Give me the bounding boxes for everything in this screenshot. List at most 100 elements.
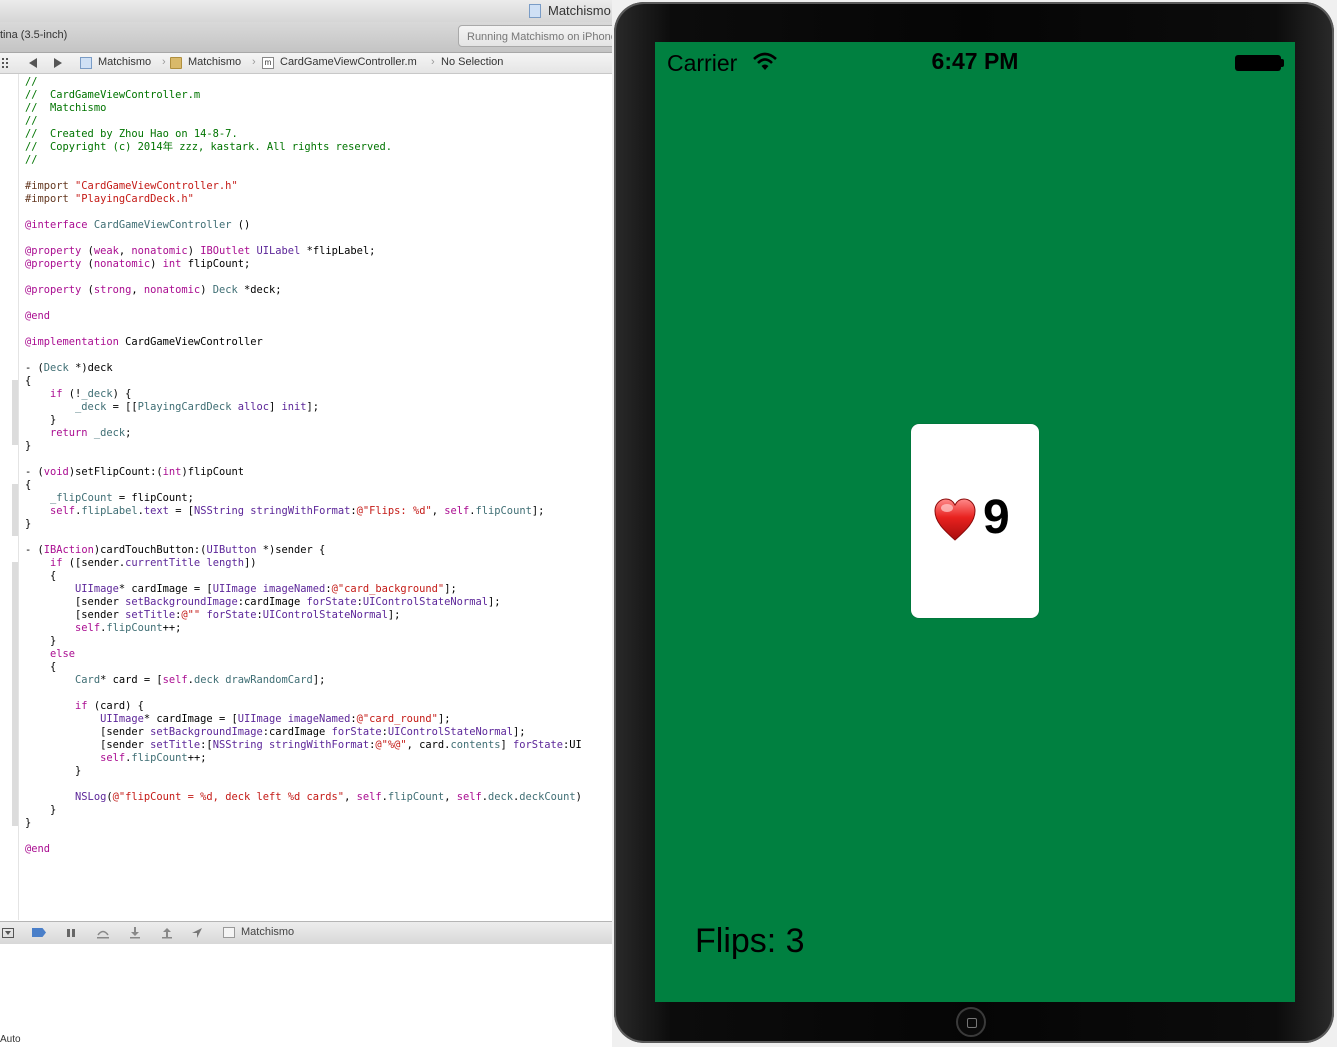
line-gutter[interactable] [0, 74, 19, 920]
home-button[interactable] [956, 1007, 986, 1037]
project-file-icon [80, 57, 92, 69]
code-line[interactable] [25, 778, 582, 791]
step-into-icon[interactable] [129, 927, 141, 939]
code-line[interactable] [25, 531, 582, 544]
step-out-icon[interactable] [161, 927, 173, 939]
code-line[interactable]: #import "PlayingCardDeck.h" [25, 193, 582, 206]
code-line[interactable]: _deck = [[PlayingCardDeck alloc] init]; [25, 401, 582, 414]
breakpoints-icon[interactable] [32, 928, 46, 937]
code-line[interactable]: } [25, 518, 582, 531]
code-line[interactable]: else [25, 648, 582, 661]
code-line[interactable]: if (!_deck) { [25, 388, 582, 401]
code-line[interactable]: { [25, 661, 582, 674]
code-line[interactable]: @property (strong, nonatomic) Deck *deck… [25, 284, 582, 297]
code-line[interactable]: [sender setBackgroundImage:cardImage for… [25, 726, 582, 739]
jumpbar-crumb-group[interactable]: Matchismo [188, 56, 241, 68]
source-editor[interactable]: //// CardGameViewController.m// Matchism… [0, 74, 612, 920]
forward-arrow-icon[interactable] [53, 58, 63, 68]
code-line[interactable]: // Created by Zhou Hao on 14-8-7. [25, 128, 582, 141]
app-screen: Carrier 6:47 PM 9 Flips: 3 [655, 42, 1295, 1002]
code-line[interactable]: // Copyright (c) 2014年 zzz, kastark. All… [25, 141, 582, 154]
code-line[interactable]: - (IBAction)cardTouchButton:(UIButton *)… [25, 544, 582, 557]
code-line[interactable]: NSLog(@"flipCount = %d, deck left %d car… [25, 791, 582, 804]
jumpbar-crumb-selection[interactable]: No Selection [441, 56, 503, 68]
code-line[interactable]: { [25, 375, 582, 388]
window-titlebar: Matchismo [0, 0, 612, 22]
pause-icon[interactable] [66, 928, 76, 938]
code-line[interactable] [25, 349, 582, 362]
code-line[interactable]: - (Deck *)deck [25, 362, 582, 375]
back-arrow-icon[interactable] [28, 58, 38, 68]
battery-tip [1281, 59, 1284, 67]
code-line[interactable]: @implementation CardGameViewController [25, 336, 582, 349]
jumpbar-crumb-project[interactable]: Matchismo [98, 56, 151, 68]
code-line[interactable]: if (card) { [25, 700, 582, 713]
code-line[interactable]: #import "CardGameViewController.h" [25, 180, 582, 193]
code-line[interactable] [25, 297, 582, 310]
scheme-selector[interactable]: tina (3.5-inch) [0, 29, 67, 41]
code-line[interactable]: @property (weak, nonatomic) IBOutlet UIL… [25, 245, 582, 258]
code-line[interactable]: [sender setBackgroundImage:cardImage for… [25, 596, 582, 609]
code-line[interactable]: } [25, 804, 582, 817]
step-over-icon[interactable] [96, 927, 110, 939]
crumb-separator: › [162, 56, 166, 68]
code-line[interactable]: } [25, 765, 582, 778]
code-line[interactable]: // [25, 115, 582, 128]
code-line[interactable]: self.flipLabel.text = [NSString stringWi… [25, 505, 582, 518]
source-code[interactable]: //// CardGameViewController.m// Matchism… [25, 76, 582, 856]
code-line[interactable]: UIImage* cardImage = [UIImage imageNamed… [25, 713, 582, 726]
location-icon[interactable] [191, 927, 203, 939]
code-line[interactable]: // [25, 154, 582, 167]
code-line[interactable]: @interface CardGameViewController () [25, 219, 582, 232]
folder-icon [170, 57, 182, 69]
code-line[interactable]: Card* card = [self.deck drawRandomCard]; [25, 674, 582, 687]
code-line[interactable] [25, 323, 582, 336]
iphone-bezel: Carrier 6:47 PM 9 Flips: 3 [614, 2, 1334, 1043]
home-square-icon [967, 1018, 977, 1028]
code-line[interactable] [25, 206, 582, 219]
code-line[interactable]: [sender setTitle:[NSString stringWithFor… [25, 739, 582, 752]
code-line[interactable]: _flipCount = flipCount; [25, 492, 582, 505]
process-icon [223, 927, 235, 938]
code-line[interactable]: UIImage* cardImage = [UIImage imageNamed… [25, 583, 582, 596]
flips-label: Flips: 3 [695, 922, 805, 960]
code-line[interactable]: } [25, 414, 582, 427]
code-line[interactable] [25, 167, 582, 180]
code-fold-ribbon[interactable] [12, 484, 18, 536]
code-line[interactable]: // Matchismo [25, 102, 582, 115]
variables-scope-select[interactable]: Auto [0, 1034, 21, 1045]
code-line[interactable]: @property (nonatomic) int flipCount; [25, 258, 582, 271]
hide-debug-area-icon[interactable] [2, 928, 14, 938]
code-line[interactable]: } [25, 440, 582, 453]
code-fold-ribbon[interactable] [12, 562, 18, 826]
code-line[interactable]: self.flipCount++; [25, 622, 582, 635]
code-fold-ribbon[interactable] [12, 380, 18, 445]
debug-target-label[interactable]: Matchismo [241, 926, 294, 938]
debug-console[interactable]: Auto [0, 944, 612, 1047]
project-icon [529, 4, 541, 18]
code-line[interactable]: { [25, 570, 582, 583]
code-line[interactable]: - (void)setFlipCount:(int)flipCount [25, 466, 582, 479]
code-line[interactable]: [sender setTitle:@"" forState:UIControlS… [25, 609, 582, 622]
code-line[interactable]: return _deck; [25, 427, 582, 440]
code-line[interactable] [25, 687, 582, 700]
code-line[interactable] [25, 232, 582, 245]
code-line[interactable] [25, 271, 582, 284]
code-line[interactable]: // CardGameViewController.m [25, 89, 582, 102]
code-line[interactable]: } [25, 635, 582, 648]
code-line[interactable]: @end [25, 843, 582, 856]
jumpbar-crumb-file[interactable]: CardGameViewController.m [280, 56, 417, 68]
related-items-icon[interactable] [2, 58, 10, 68]
card-button[interactable]: 9 [911, 424, 1039, 618]
code-line[interactable]: if ([sender.currentTitle length]) [25, 557, 582, 570]
code-line[interactable]: self.flipCount++; [25, 752, 582, 765]
code-line[interactable]: { [25, 479, 582, 492]
code-line[interactable]: @end [25, 310, 582, 323]
code-line[interactable]: } [25, 817, 582, 830]
code-line[interactable]: // [25, 76, 582, 89]
ios-simulator: Carrier 6:47 PM 9 Flips: 3 [612, 0, 1337, 1047]
activity-status: Running Matchismo on iPhone [458, 25, 612, 47]
code-line[interactable] [25, 453, 582, 466]
code-line[interactable] [25, 830, 582, 843]
debug-bar: Matchismo [0, 921, 612, 945]
